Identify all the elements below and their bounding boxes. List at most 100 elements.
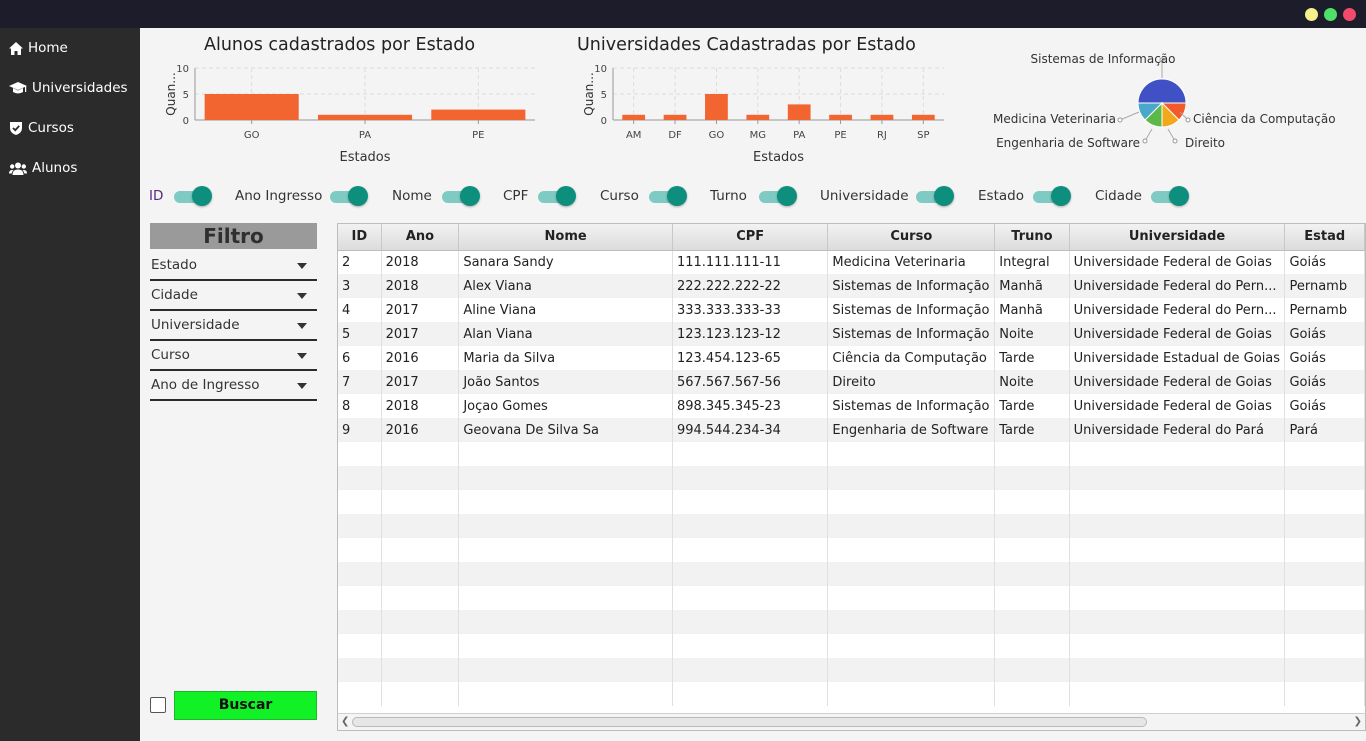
filter-select-estado[interactable]: Estado (150, 251, 317, 281)
table-cell: Aline Viana (458, 298, 673, 322)
table-cell (672, 466, 829, 490)
table-row[interactable] (338, 466, 1365, 490)
column-header[interactable]: Ano (381, 224, 460, 251)
column-header[interactable]: CPF (672, 224, 829, 251)
table-cell: 222.222.222-22 (672, 274, 829, 298)
table-cell (338, 610, 382, 634)
table-cell (1284, 658, 1365, 682)
table-cell: Universidade Federal do Pern... (1069, 274, 1286, 298)
table-row[interactable] (338, 442, 1365, 466)
table-row[interactable]: 7 2017 João Santos 567.567.567-56 Direito Noi… (338, 370, 1365, 394)
table-cell (381, 610, 460, 634)
table-row[interactable]: 9 2016 Geovana De Silva Sa 994.544.234-34 En… (338, 418, 1365, 442)
chevron-down-icon (297, 353, 307, 359)
filter-select-ano-de-ingresso[interactable]: Ano de Ingresso (150, 371, 317, 401)
scroll-left-icon[interactable]: ❮ (341, 716, 349, 727)
table-cell: 3 (338, 274, 382, 298)
table-row[interactable]: 2 2018 Sanara Sandy 111.111.111-11 Medicina … (338, 250, 1365, 274)
toggle-nome[interactable] (442, 186, 480, 206)
table-row[interactable] (338, 634, 1365, 658)
toggle-id[interactable] (174, 186, 212, 206)
column-header[interactable]: Universidade (1069, 224, 1286, 251)
toggle-universidade[interactable] (916, 186, 954, 206)
column-header[interactable]: ID (338, 224, 382, 251)
table-cell (338, 538, 382, 562)
table-cell: 111.111.111-11 (672, 250, 829, 274)
table-row[interactable] (338, 610, 1365, 634)
sidebar-item-label: Home (28, 40, 68, 56)
table-cell: Sistemas de Informação (827, 394, 996, 418)
buscar-button[interactable]: Buscar (174, 691, 317, 720)
column-header[interactable]: Truno (994, 224, 1070, 251)
minimize-button[interactable] (1305, 8, 1318, 21)
table-row[interactable] (338, 514, 1365, 538)
toggle-turno[interactable] (759, 186, 797, 206)
table-cell (1069, 610, 1286, 634)
filter-select-curso[interactable]: Curso (150, 341, 317, 371)
toggle-ano-ingresso[interactable] (330, 186, 368, 206)
table-cell (458, 682, 673, 706)
table-row[interactable]: 6 2016 Maria da Silva 123.454.123-65 Ciência… (338, 346, 1365, 370)
filter-select-cidade[interactable]: Cidade (150, 281, 317, 311)
sidebar-item-cursos[interactable]: Cursos (9, 118, 74, 138)
table-row[interactable]: 3 2018 Alex Viana 222.222.222-22 Sistemas de… (338, 274, 1365, 298)
toggle-cidade[interactable] (1151, 186, 1189, 206)
column-header[interactable]: Curso (827, 224, 996, 251)
scroll-right-icon[interactable]: ❯ (1354, 716, 1362, 727)
filter-title: Filtro (150, 223, 317, 249)
table-cell (338, 490, 382, 514)
pie-leader-line (1119, 111, 1140, 121)
table-cell: João Santos (458, 370, 673, 394)
table-cell: 2017 (381, 298, 460, 322)
sidebar-item-alunos[interactable]: Alunos (9, 158, 77, 178)
bar-mg (746, 114, 770, 120)
column-header[interactable]: Estad (1284, 224, 1365, 251)
filter-select-universidade[interactable]: Universidade (150, 311, 317, 341)
x-tick-label: MG (750, 130, 766, 141)
toggle-label-ano-ingresso: Ano Ingresso (235, 188, 323, 204)
chevron-down-icon (297, 293, 307, 299)
sidebar-item-label: Alunos (32, 160, 78, 176)
students-table[interactable]: ID Ano Nome CPF Curso Truno Universidade Estad … (337, 223, 1366, 731)
filter-checkbox[interactable] (150, 697, 166, 713)
table-cell: Universidade Federal de Goias (1069, 322, 1286, 346)
toggle-estado[interactable] (1033, 186, 1071, 206)
table-row[interactable] (338, 490, 1365, 514)
close-button[interactable] (1343, 8, 1356, 21)
maximize-button[interactable] (1324, 8, 1337, 21)
table-row[interactable]: 4 2017 Aline Viana 333.333.333-33 Sistemas d… (338, 298, 1365, 322)
table-cell (994, 490, 1070, 514)
sidebar-item-home[interactable]: Home (9, 38, 68, 58)
horizontal-scrollbar[interactable]: ❮ ❯ (337, 713, 1366, 731)
table-row[interactable]: 8 2018 Joçao Gomes 898.345.345-23 Sistemas d… (338, 394, 1365, 418)
table-cell (1069, 514, 1286, 538)
table-cell: Goiás (1284, 322, 1365, 346)
toggle-knob (460, 186, 480, 206)
table-row[interactable] (338, 562, 1365, 586)
toggle-curso[interactable] (649, 186, 687, 206)
table-cell (1069, 562, 1286, 586)
scrollbar-thumb[interactable] (352, 717, 1147, 727)
table-cell (827, 466, 996, 490)
table-cell (1284, 490, 1365, 514)
table-cell (1284, 634, 1365, 658)
table-cell: Universidade Federal de Goias (1069, 394, 1286, 418)
table-row[interactable] (338, 586, 1365, 610)
table-cell (338, 634, 382, 658)
x-tick-label: GO (709, 130, 725, 141)
users-icon (9, 162, 27, 175)
column-header[interactable]: Nome (458, 224, 673, 251)
table-row[interactable] (338, 538, 1365, 562)
table-cell: Manhã (994, 298, 1070, 322)
table-cell: Geovana De Silva Sa (458, 418, 673, 442)
table-cell (381, 562, 460, 586)
toggle-cpf[interactable] (538, 186, 576, 206)
sidebar-item-universidades[interactable]: Universidades (9, 78, 128, 98)
table-cell (381, 490, 460, 514)
table-row[interactable] (338, 658, 1365, 682)
bar-rj (870, 114, 894, 120)
table-cell: Pernamb (1284, 274, 1365, 298)
table-row[interactable] (338, 682, 1365, 706)
table-cell (672, 610, 829, 634)
table-row[interactable]: 5 2017 Alan Viana 123.123.123-12 Sistemas de… (338, 322, 1365, 346)
